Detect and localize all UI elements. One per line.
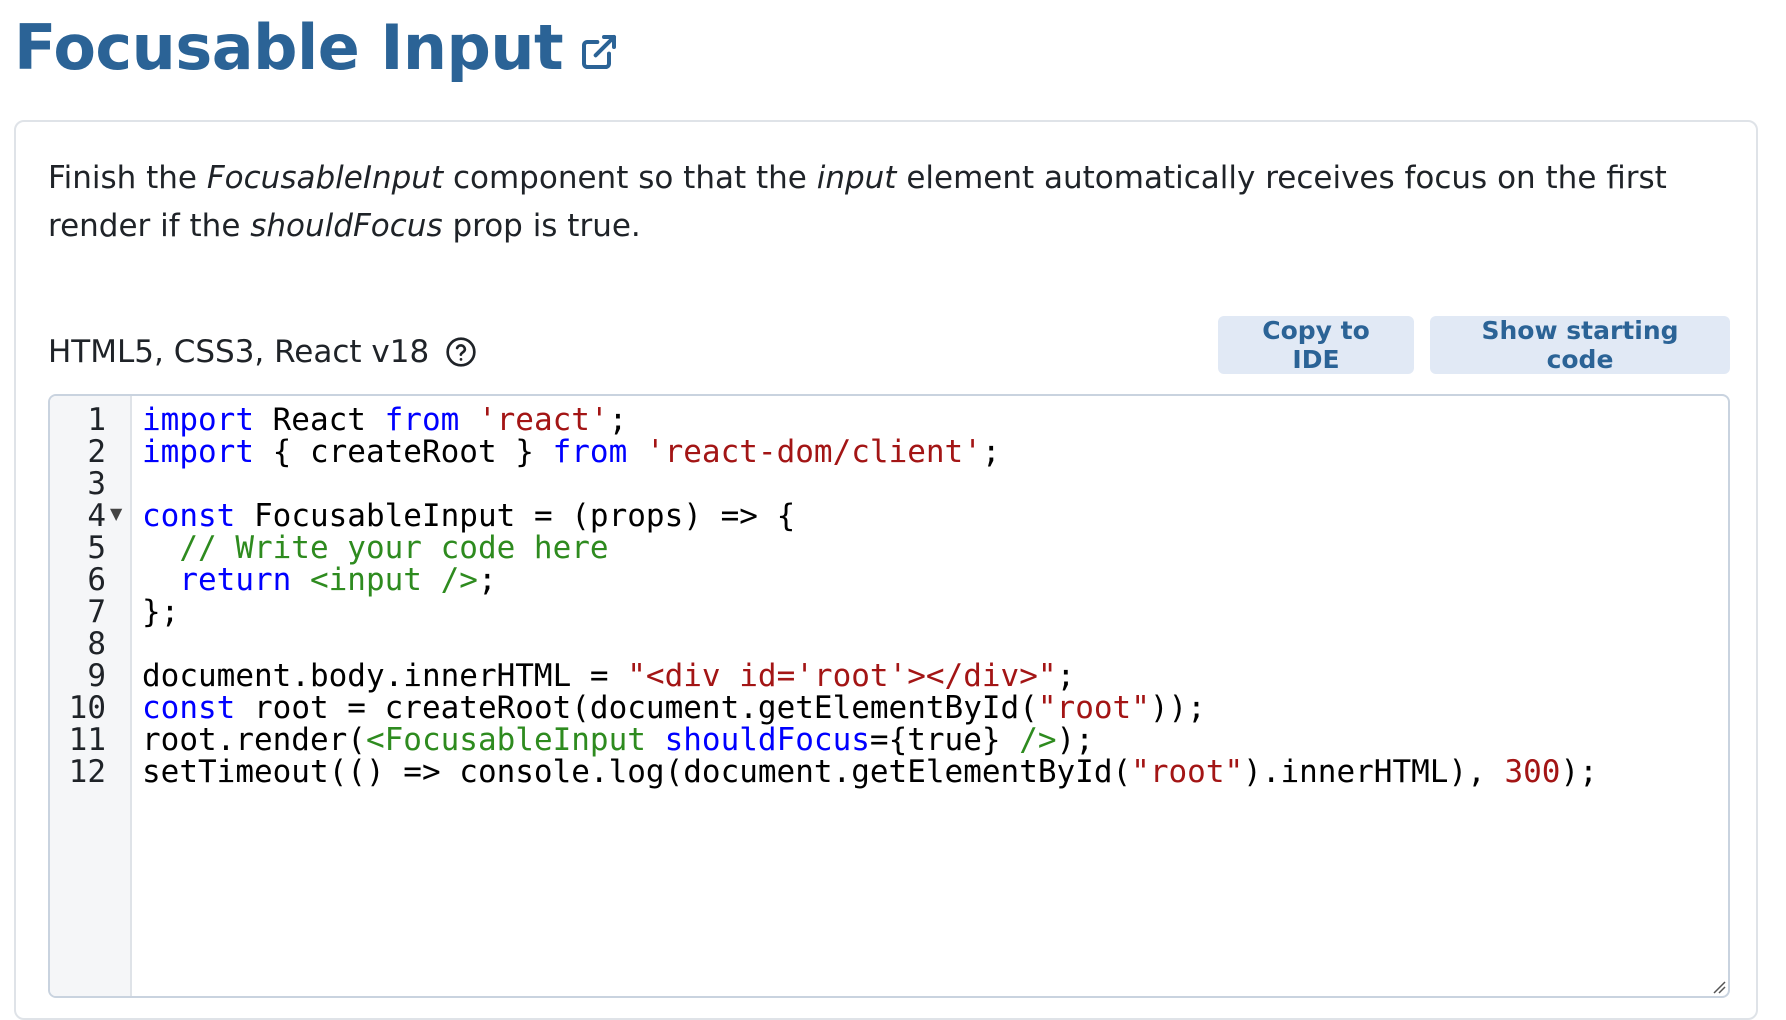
code-line: return <input />; [142, 564, 1598, 596]
line-number: 10 [68, 690, 106, 726]
code-token: /> [1019, 722, 1057, 758]
line-number: 11 [68, 722, 106, 758]
desc-text-2: component so that the [443, 160, 817, 196]
code-token: "root" [1037, 690, 1150, 726]
tech-label: HTML5, CSS3, React v18 [48, 334, 430, 370]
page-title: Focusable Input [14, 11, 564, 84]
code-line: }; [142, 596, 1598, 628]
code-token: "<div id='root'></div>" [627, 658, 1057, 694]
code-token: const [142, 690, 236, 726]
fold-toggle-icon[interactable]: ▼ [110, 504, 122, 523]
code-token: 'react' [477, 402, 609, 438]
code-token: // Write your code here [179, 530, 609, 566]
code-line: const FocusableInput = (props) => { [142, 500, 1598, 532]
code-line: document.body.innerHTML = "<div id='root… [142, 660, 1598, 692]
code-token: "root" [1131, 754, 1244, 790]
line-number: 6 [87, 562, 106, 598]
desc-component-name: FocusableInput [206, 160, 444, 196]
line-number: 2 [87, 434, 106, 470]
code-token: from [552, 434, 628, 470]
code-token: const [142, 498, 236, 534]
code-token: setTimeout(() => console.log(document.ge… [142, 754, 1132, 790]
code-line: import { createRoot } from 'react-dom/cl… [142, 436, 1598, 468]
code-token: shouldFocus [664, 722, 870, 758]
line-number: 8 [87, 626, 106, 662]
task-description: Finish the FocusableInput component so t… [48, 154, 1728, 250]
code-token: ; [1056, 658, 1076, 694]
external-link-icon[interactable] [579, 32, 619, 72]
code-token: document.body.innerHTML = [142, 658, 628, 694]
code-token: from [384, 402, 460, 438]
desc-text-1: Finish the [48, 160, 207, 196]
code-token: <FocusableInput [365, 722, 665, 758]
code-token: import [142, 434, 254, 470]
code-token: 'react-dom/client' [645, 434, 982, 470]
code-token: return [179, 562, 292, 598]
resize-handle-icon[interactable] [1710, 978, 1726, 994]
code-editor[interactable]: 1 2 3 4 5 6 7 8 9 10 11 12 ▼ import React from 'rea… [48, 394, 1730, 998]
code-token: root = createRoot(document.getElementByI… [235, 690, 1038, 726]
line-number: 7 [87, 594, 106, 630]
code-token: ); [1560, 754, 1598, 790]
code-token: FocusableInput = (props) => { [235, 498, 796, 534]
code-token: }; [142, 594, 180, 630]
code-token: ; [608, 402, 628, 438]
code-token: 300 [1504, 754, 1561, 790]
editor-gutter: 1 2 3 4 5 6 7 8 9 10 11 12 ▼ [50, 396, 132, 996]
question-circle-icon[interactable] [445, 336, 477, 368]
desc-text-4: prop is true. [442, 208, 641, 244]
line-number: 4 [87, 498, 106, 534]
code-token: { createRoot } [253, 434, 553, 470]
desc-prop-name: shouldFocus [250, 208, 443, 244]
code-token: root.render( [142, 722, 366, 758]
desc-element-name: input [816, 160, 897, 196]
code-token: <input /> [309, 562, 478, 598]
line-number: 1 [87, 402, 106, 438]
title-row: Focusable Input [14, 8, 619, 88]
code-token: )); [1149, 690, 1206, 726]
code-line: // Write your code here [142, 532, 1598, 564]
line-number: 3 [87, 466, 106, 502]
code-token: React [253, 402, 385, 438]
code-content[interactable]: import React from 'react'; import { creat… [142, 404, 1598, 788]
task-panel: Finish the FocusableInput component so t… [14, 120, 1758, 1020]
code-token: ); [1056, 722, 1094, 758]
code-token: ; [981, 434, 1001, 470]
line-numbers: 1 2 3 4 5 6 7 8 9 10 11 12 [50, 404, 106, 788]
code-token: ).innerHTML), [1243, 754, 1505, 790]
line-number: 12 [68, 754, 106, 790]
line-number: 9 [87, 658, 106, 694]
code-line: const root = createRoot(document.getElem… [142, 692, 1598, 724]
code-token: ; [477, 562, 497, 598]
code-line: root.render(<FocusableInput shouldFocus=… [142, 724, 1598, 756]
code-line: import React from 'react'; [142, 404, 1598, 436]
show-starting-code-button[interactable]: Show starting code [1430, 316, 1730, 374]
code-token: import [142, 402, 254, 438]
code-line: setTimeout(() => console.log(document.ge… [142, 756, 1598, 788]
line-number: 5 [87, 530, 106, 566]
code-token: ={true} [869, 722, 1020, 758]
tech-row: HTML5, CSS3, React v18 [48, 322, 477, 382]
copy-to-ide-button[interactable]: Copy to IDE [1218, 316, 1414, 374]
